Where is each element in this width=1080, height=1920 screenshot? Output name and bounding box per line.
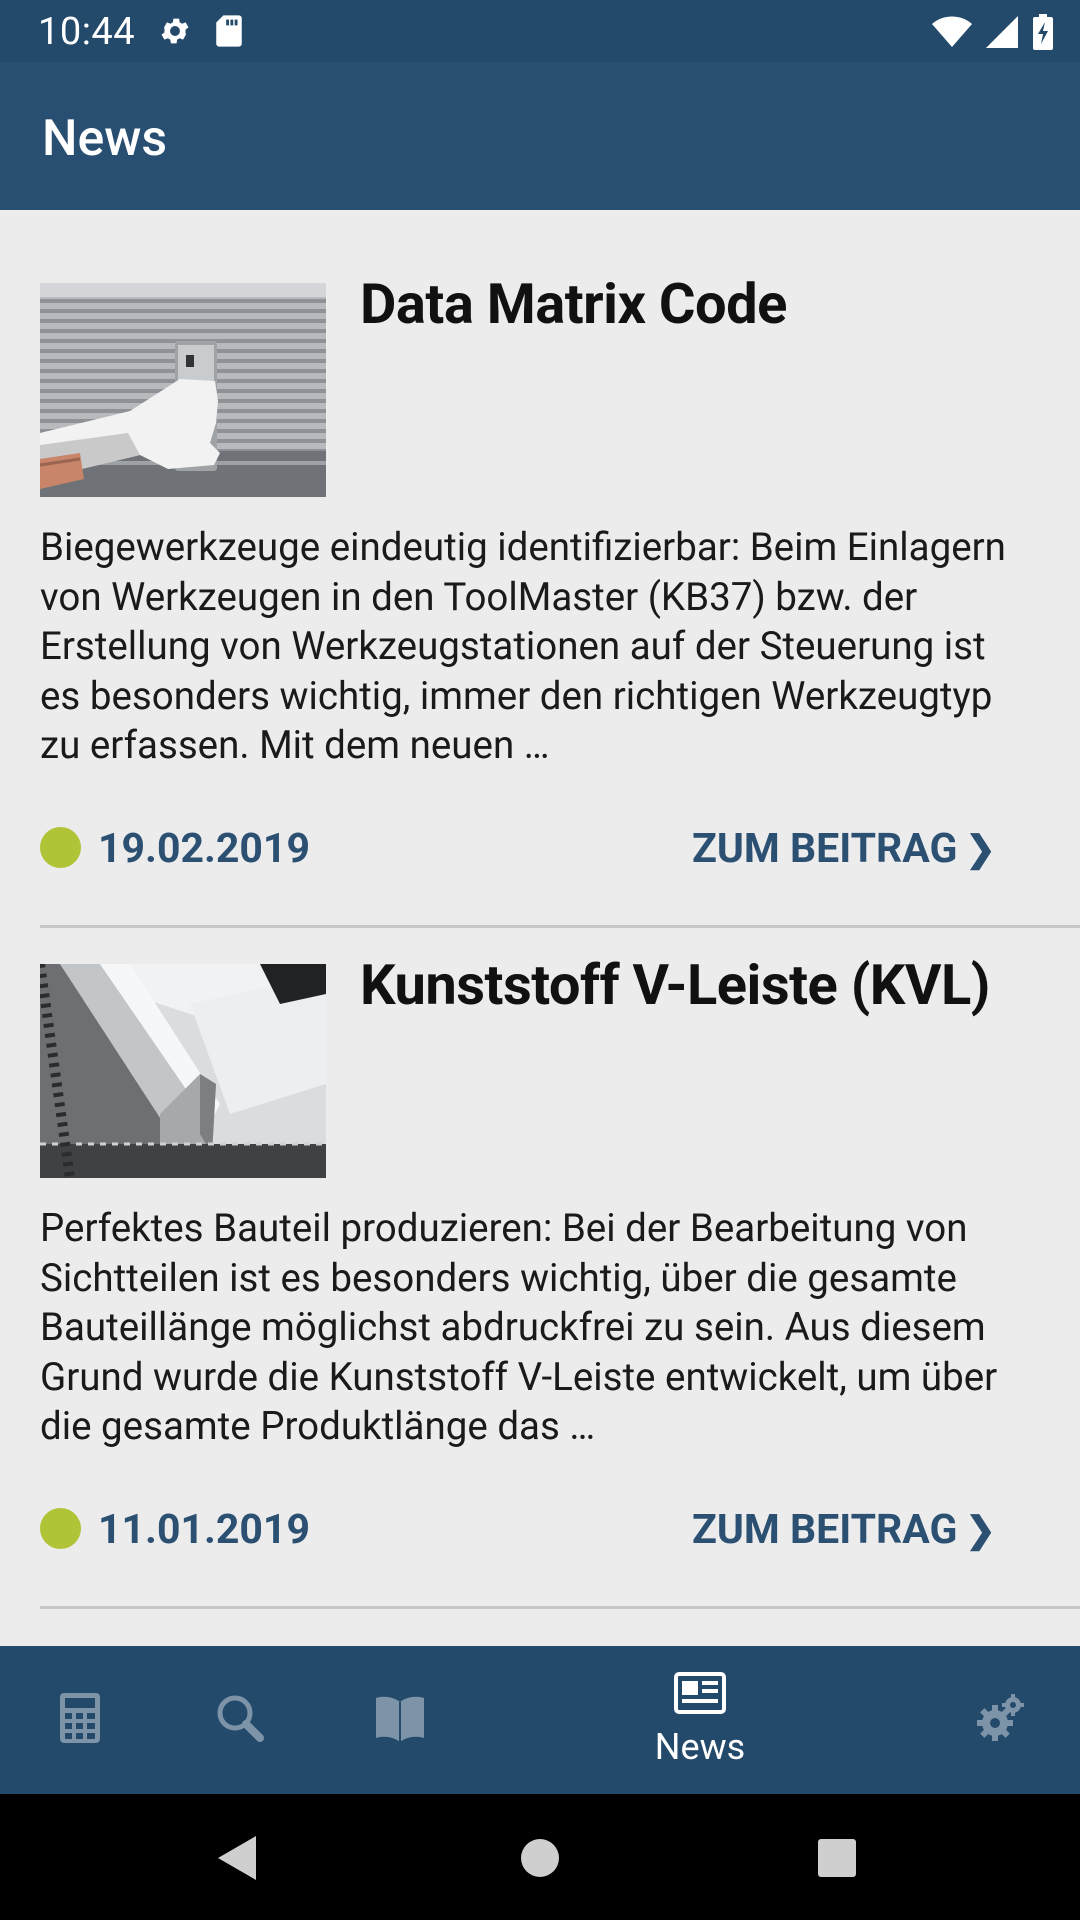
wifi-icon xyxy=(932,16,972,52)
news-excerpt: Perfektes Bauteil produzieren: Bei der B… xyxy=(40,1206,998,1449)
nav-item-search[interactable] xyxy=(200,1646,280,1794)
sd-card-icon xyxy=(214,14,244,52)
search-icon xyxy=(216,1694,264,1746)
battery-charging-icon xyxy=(1032,14,1054,54)
home-icon[interactable] xyxy=(521,1839,559,1881)
cell-signal-icon xyxy=(986,16,1018,52)
read-more-label: ZUM BEITRAG xyxy=(692,1506,958,1554)
app-bar: News xyxy=(0,62,1080,210)
news-excerpt: Biegewerkzeuge eindeutig identifizierbar… xyxy=(40,525,1006,768)
nav-label-news: News xyxy=(654,1726,746,1768)
read-more-label: ZUM BEITRAG xyxy=(692,825,958,873)
newspaper-icon xyxy=(674,1672,726,1718)
news-title[interactable]: Kunststoff V-Leiste (KVL) xyxy=(360,952,1080,1018)
page-title: News xyxy=(42,110,168,168)
news-card[interactable]: Data Matrix Code Biegewerkzeuge eindeuti… xyxy=(40,271,1080,933)
bottom-navigation: News xyxy=(0,1646,1080,1794)
settings-gears-icon xyxy=(975,1693,1025,1747)
news-title[interactable]: Data Matrix Code xyxy=(360,271,1080,337)
nav-item-news[interactable]: News xyxy=(600,1646,800,1794)
status-dot xyxy=(40,827,81,868)
system-navigation-bar xyxy=(0,1794,1080,1920)
news-date: 19.02.2019 xyxy=(98,825,310,873)
news-thumbnail[interactable] xyxy=(40,283,326,497)
calculator-icon xyxy=(59,1692,101,1748)
book-icon xyxy=(374,1694,426,1746)
news-feed[interactable]: Data Matrix Code Biegewerkzeuge eindeuti… xyxy=(0,210,1080,1646)
read-more-link[interactable]: ZUM BEITRAG ❯ xyxy=(692,1506,996,1554)
read-more-link[interactable]: ZUM BEITRAG ❯ xyxy=(692,825,996,873)
nav-item-catalog[interactable] xyxy=(360,1646,440,1794)
nav-item-settings[interactable] xyxy=(960,1646,1040,1794)
chevron-right-icon: ❯ xyxy=(965,1509,996,1551)
nav-item-calculator[interactable] xyxy=(40,1646,120,1794)
news-thumbnail[interactable] xyxy=(40,964,326,1178)
status-bar: 10:44 xyxy=(0,0,1080,62)
recents-icon[interactable] xyxy=(818,1839,856,1881)
news-card[interactable]: Kunststoff V-Leiste (KVL) Perfektes Baut… xyxy=(40,952,1080,1614)
divider xyxy=(40,1606,1080,1609)
chevron-right-icon: ❯ xyxy=(965,828,996,870)
status-time: 10:44 xyxy=(38,10,136,54)
divider xyxy=(40,925,1080,928)
news-date: 11.01.2019 xyxy=(98,1506,310,1554)
status-dot xyxy=(40,1508,81,1549)
back-icon[interactable] xyxy=(218,1836,256,1884)
gear-icon xyxy=(158,14,192,52)
